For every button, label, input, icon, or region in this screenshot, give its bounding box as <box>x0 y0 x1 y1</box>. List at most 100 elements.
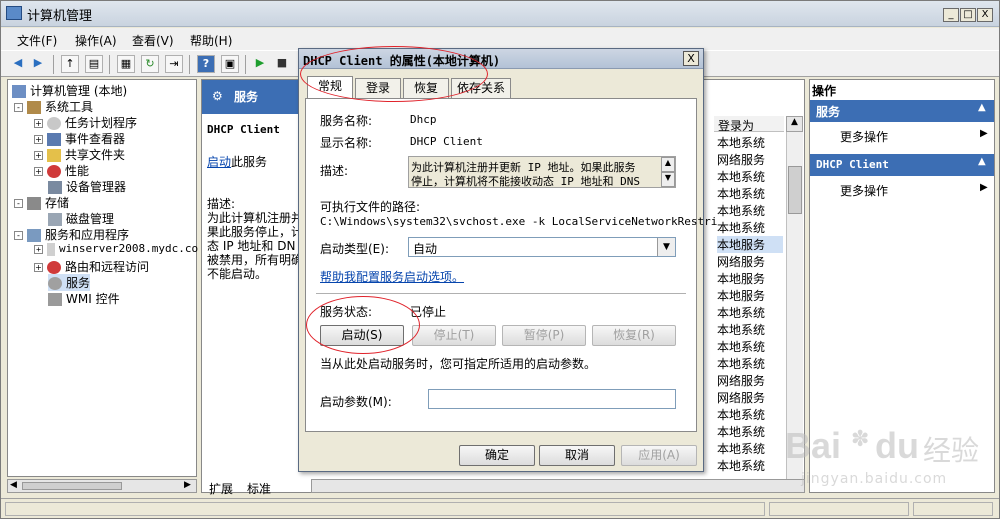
back-icon[interactable]: ◀ <box>9 55 27 73</box>
chevron-right-icon[interactable]: ▶ <box>980 182 988 193</box>
collapse-arrow-icon[interactable]: ▲ <box>978 102 986 113</box>
scrollbar-thumb[interactable] <box>22 482 122 490</box>
logon-row[interactable]: 本地系统 <box>717 134 765 151</box>
logon-row[interactable]: 本地系统 <box>717 202 765 219</box>
display-name-value: DHCP Client <box>410 135 483 148</box>
logon-row[interactable]: 本地系统 <box>717 423 765 440</box>
tree-item-services-apps[interactable]: - 服务和应用程序 <box>14 226 129 243</box>
refresh-icon[interactable]: ↻ <box>141 55 159 73</box>
resume-button[interactable]: 恢复(R) <box>592 325 676 346</box>
logon-row[interactable]: 网络服务 <box>717 253 765 270</box>
dialog-close-button[interactable]: X <box>683 51 699 66</box>
actions-section-dhcp[interactable]: DHCP Client ▲ <box>810 154 994 176</box>
logon-row[interactable]: 本地系统 <box>717 355 765 372</box>
scroll-down-icon[interactable]: ▼ <box>661 172 675 187</box>
logon-row[interactable]: 本地系统 <box>717 338 765 355</box>
logon-row[interactable]: 本地服务 <box>717 270 765 287</box>
scrollbar-thumb[interactable] <box>788 166 802 214</box>
play-icon[interactable]: ▶ <box>251 55 269 73</box>
logon-row[interactable]: 本地服务 <box>717 287 765 304</box>
expand-icon[interactable]: + <box>34 263 43 272</box>
tree-item-task-scheduler[interactable]: + 任务计划程序 <box>34 114 137 131</box>
logon-row[interactable]: 本地服务 <box>717 236 783 253</box>
close-button[interactable]: X <box>977 8 993 22</box>
ok-button[interactable]: 确定 <box>459 445 535 466</box>
scroll-up-icon[interactable]: ▲ <box>786 116 803 132</box>
cancel-button[interactable]: 取消 <box>539 445 615 466</box>
logon-row[interactable]: 本地系统 <box>717 440 765 457</box>
console-tree-icon[interactable]: ▤ <box>85 55 103 73</box>
stop-button[interactable]: 停止(T) <box>412 325 496 346</box>
help-icon[interactable]: ? <box>197 55 215 73</box>
tab-standard[interactable]: 标准 <box>247 480 271 497</box>
description-box[interactable]: 为此计算机注册并更新 IP 地址。如果此服务 停止，计算机将不能接收动态 IP … <box>408 156 676 188</box>
scroll-up-icon[interactable]: ▲ <box>661 157 675 172</box>
logon-row[interactable]: 本地系统 <box>717 457 765 474</box>
menu-action[interactable]: 操作(A) <box>75 32 117 49</box>
menu-file[interactable]: 文件(F) <box>17 32 57 49</box>
minimize-button[interactable]: _ <box>943 8 959 22</box>
logon-row[interactable]: 本地系统 <box>717 219 765 236</box>
start-params-hint: 当从此处启动服务时，您可指定所适用的启动参数。 <box>320 357 597 371</box>
properties-icon[interactable]: ▦ <box>117 55 135 73</box>
view-icon[interactable]: ▣ <box>221 55 239 73</box>
logon-row[interactable]: 网络服务 <box>717 389 765 406</box>
actions-section-services[interactable]: 服务 ▲ <box>810 100 994 122</box>
tree-item-system-tools[interactable]: - 系统工具 <box>14 98 93 115</box>
chevron-down-icon[interactable]: ▼ <box>657 238 675 256</box>
logon-row[interactable]: 本地系统 <box>717 321 765 338</box>
collapse-icon[interactable]: - <box>14 103 23 112</box>
apply-button[interactable]: 应用(A) <box>621 445 697 466</box>
logon-row[interactable]: 网络服务 <box>717 151 765 168</box>
menu-view[interactable]: 查看(V) <box>132 32 174 49</box>
tree-item-event-viewer[interactable]: + 事件查看器 <box>34 130 125 147</box>
forward-icon[interactable]: ▶ <box>29 55 47 73</box>
tree-item-winserver[interactable]: + winserver2008.mydc.co <box>34 242 198 256</box>
tree-item-device-manager[interactable]: 设备管理器 <box>48 178 126 195</box>
logon-column-header[interactable]: 登录为 <box>714 116 784 133</box>
tree-item-performance[interactable]: + 性能 <box>34 162 89 179</box>
collapse-arrow-icon[interactable]: ▲ <box>978 156 986 167</box>
collapse-icon[interactable]: - <box>14 199 23 208</box>
collapse-icon[interactable]: - <box>14 231 23 240</box>
tree-item-wmi[interactable]: WMI 控件 <box>48 290 120 307</box>
tree-item-shared-folders[interactable]: + 共享文件夹 <box>34 146 125 163</box>
start-service-link[interactable]: 启动 <box>207 155 231 169</box>
actions-more-1[interactable]: 更多操作 <box>840 128 888 145</box>
help-config-link[interactable]: 帮助我配置服务启动选项。 <box>320 268 464 285</box>
up-folder-icon[interactable]: ↑ <box>61 55 79 73</box>
expand-icon[interactable]: + <box>34 244 43 254</box>
expand-icon[interactable]: + <box>34 119 43 128</box>
tab-extended[interactable]: 扩展 <box>209 480 233 497</box>
start-params-input[interactable] <box>428 389 676 409</box>
tree-item-root[interactable]: 计算机管理 (本地) <box>12 82 127 99</box>
actions-more-2[interactable]: 更多操作 <box>840 182 888 199</box>
tree-item-disk-management[interactable]: 磁盘管理 <box>48 210 114 227</box>
tree-item-storage[interactable]: - 存储 <box>14 194 69 211</box>
maximize-button[interactable]: □ <box>960 8 976 22</box>
logon-row[interactable]: 本地系统 <box>717 185 765 202</box>
expand-icon[interactable]: + <box>34 167 43 176</box>
menu-help[interactable]: 帮助(H) <box>190 32 232 49</box>
tree-item-routing[interactable]: + 路由和远程访问 <box>34 258 149 275</box>
expand-icon[interactable]: + <box>34 151 43 160</box>
tree-scrollbar[interactable]: ◀ ▶ <box>7 479 197 493</box>
actions-title: 操作 <box>812 84 837 98</box>
window-title: 计算机管理 <box>27 9 93 24</box>
expand-icon[interactable]: + <box>34 135 43 144</box>
stop-icon[interactable]: ■ <box>273 55 291 73</box>
logon-row[interactable]: 本地系统 <box>717 168 765 185</box>
logon-row[interactable]: 网络服务 <box>717 372 765 389</box>
baidu-watermark: Bai ✽ du 经验 jingyan.baidu.com <box>785 421 995 491</box>
chevron-right-icon[interactable]: ▶ <box>980 128 988 139</box>
tree-item-services[interactable]: 服务 <box>48 274 91 291</box>
export-icon[interactable]: ⇥ <box>165 55 183 73</box>
services-hscrollbar[interactable] <box>311 479 805 493</box>
scroll-right-icon[interactable]: ▶ <box>184 480 191 490</box>
clock-icon <box>47 117 61 130</box>
startup-type-select[interactable]: 自动 ▼ <box>408 237 676 257</box>
pause-button[interactable]: 暂停(P) <box>502 325 586 346</box>
logon-row[interactable]: 本地系统 <box>717 304 765 321</box>
logon-row[interactable]: 本地系统 <box>717 406 765 423</box>
scroll-left-icon[interactable]: ◀ <box>10 480 17 490</box>
